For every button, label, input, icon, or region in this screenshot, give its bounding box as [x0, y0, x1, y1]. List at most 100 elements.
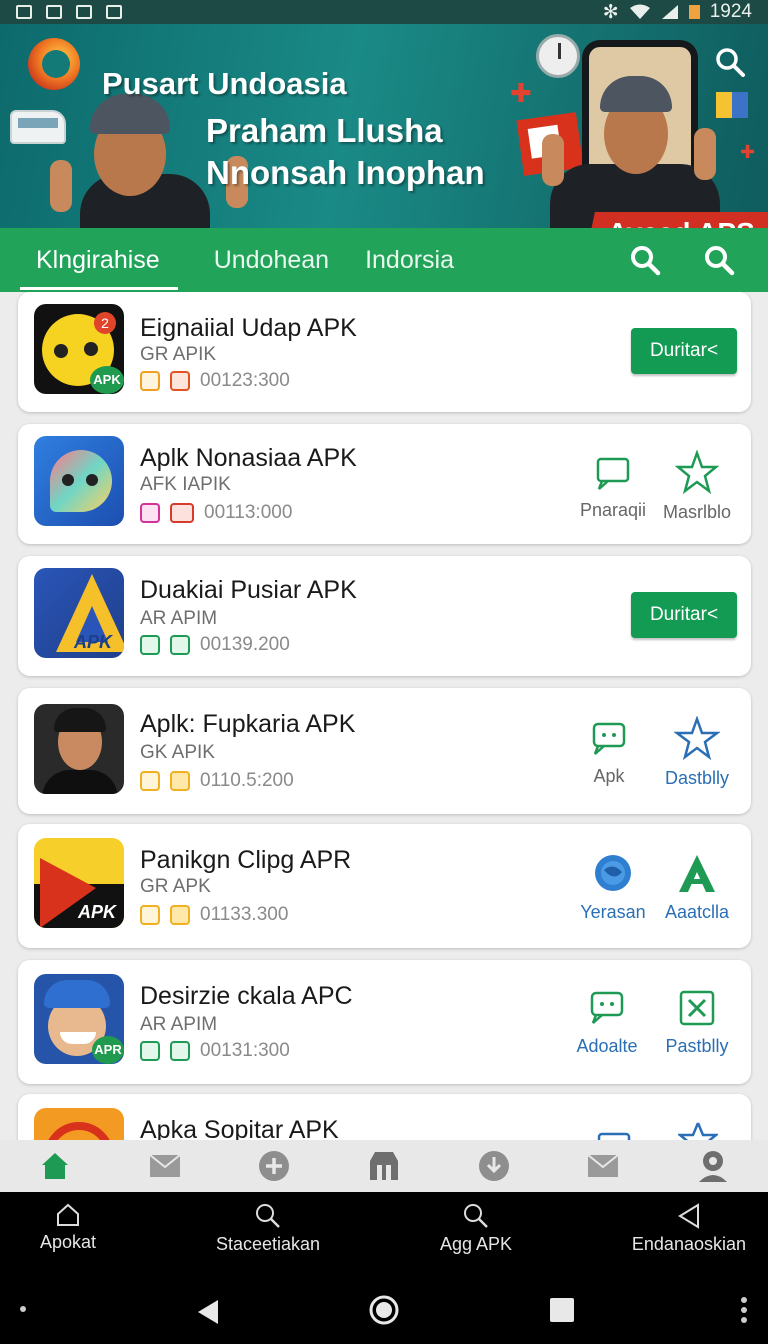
add-icon [259, 1151, 290, 1181]
plus-decoration-icon: ✚ [510, 78, 532, 108]
home-icon [41, 1153, 68, 1179]
app-logo [28, 38, 80, 90]
nav-home[interactable] [35, 1146, 75, 1186]
wifi-icon [629, 4, 650, 19]
app-meta: 00123:300 [140, 370, 290, 392]
banner-headline: Praham Llusha [206, 112, 443, 149]
dot-icon [20, 1306, 26, 1312]
app-subtitle: GR APK [140, 876, 211, 897]
mail-icon [148, 1154, 181, 1177]
search-icon [463, 1204, 488, 1228]
letter-a-icon [679, 855, 715, 892]
footer-back[interactable]: Endanaoskian [632, 1192, 746, 1278]
nav-store[interactable] [364, 1146, 404, 1186]
action-adoalte[interactable]: Adoalte [562, 988, 652, 1057]
app-subtitle: AR APIM [140, 608, 218, 629]
category-icon [170, 503, 194, 523]
list-item[interactable]: Aplk: Fupkaria APK GK APIK 0110.5:200 Ap… [18, 688, 751, 814]
footer-apk-search[interactable]: Agg APK [440, 1192, 512, 1278]
message-icon[interactable] [596, 1128, 632, 1140]
download-button[interactable]: Duritar< [631, 328, 737, 374]
person-illustration-right [530, 64, 730, 230]
tab-klngirahise[interactable]: Klngirahise [0, 228, 178, 292]
promo-banner[interactable]: Pusart Undoasia Praham Llusha Nnonsah In… [0, 24, 768, 230]
star-icon[interactable] [678, 1120, 718, 1140]
bluetooth-icon: ✻ [602, 1, 619, 23]
image-icon [106, 5, 122, 19]
category-icon [170, 905, 190, 925]
chat-icon [592, 722, 626, 755]
battery-icon [688, 5, 700, 19]
system-nav-bar [0, 1278, 768, 1344]
search-icon[interactable] [628, 243, 662, 277]
more-vert-icon[interactable] [738, 1296, 750, 1324]
search-icon[interactable] [712, 44, 748, 80]
list-item[interactable]: 2 APK Eignaiial Udap APK GR APIK 00123:3… [18, 292, 751, 412]
search-icon[interactable] [702, 243, 736, 277]
nav-inbox[interactable] [583, 1146, 623, 1186]
tab-indorsia[interactable]: Indorsia [329, 228, 454, 292]
back-triangle-icon[interactable] [196, 1298, 222, 1326]
action-pnaraqii[interactable]: Pnaraqii [568, 454, 658, 521]
nav-settings[interactable] [693, 1146, 733, 1186]
app-name: Aplk Nonasiaa APK [140, 444, 357, 472]
rating-icon [140, 635, 160, 655]
app-meta: 00131:300 [140, 1040, 290, 1062]
list-item[interactable]: APK Panikgn Clipg APR GR APK 01133.300 Y… [18, 824, 751, 948]
globe-icon [595, 855, 631, 891]
download-button[interactable]: Duritar< [631, 592, 737, 638]
action-aaatclla[interactable]: Aaatclla [652, 852, 742, 923]
download-icon [478, 1151, 509, 1181]
list-item[interactable]: APR Desirzie ckala APC AR APIM 00131:300… [18, 960, 751, 1084]
tab-bar: Klngirahise Undohean Indorsia [0, 228, 768, 292]
list-item[interactable]: Aplk Nonasiaa APK AFK IAPIK 00113:000 Pn… [18, 424, 751, 544]
rating-icon [140, 1041, 160, 1061]
signal-icon [661, 5, 678, 19]
nav-mail[interactable] [145, 1146, 185, 1186]
category-icon [170, 635, 190, 655]
app-subtitle: AR APIM [140, 1014, 218, 1035]
category-icon [170, 1041, 190, 1061]
home-icon [57, 1203, 80, 1226]
app-icon: APR [34, 974, 124, 1064]
star-icon [674, 716, 720, 760]
app-meta: 01133.300 [140, 904, 288, 926]
app-name: Eignaiial Udap APK [140, 314, 357, 342]
home-circle-icon[interactable] [368, 1294, 400, 1326]
app-subtitle: GR APIK [140, 344, 217, 365]
app-list[interactable]: 2 APK Eignaiial Udap APK GR APIK 00123:3… [0, 292, 768, 1140]
category-icon [170, 771, 190, 791]
nav-add[interactable] [254, 1146, 294, 1186]
app-icon [34, 704, 124, 794]
action-masrlblo[interactable]: Masrlblo [652, 450, 742, 523]
action-yerasan[interactable]: Yerasan [568, 852, 658, 923]
app-subtitle: GK APIK [140, 742, 215, 763]
status-bar: ✻ 1924 [0, 0, 768, 24]
rating-icon [140, 905, 160, 925]
app-icon: APK [34, 838, 124, 928]
gallery-icon [16, 5, 32, 19]
settings-person-icon [699, 1151, 728, 1182]
action-apk[interactable]: Apk [564, 720, 654, 787]
nav-download[interactable] [474, 1146, 514, 1186]
banner-subheadline: Nnonsah Inophan [206, 154, 485, 191]
footer-nav: Apokat Staceetiakan Agg APK Endanaoskian [0, 1192, 768, 1278]
app-icon [34, 1108, 124, 1140]
action-pastblly[interactable]: Pastblly [652, 988, 742, 1057]
message-icon [596, 457, 630, 490]
sticker-icon [716, 92, 748, 118]
tab-undohean[interactable]: Undohean [178, 228, 329, 292]
download-icon [76, 5, 92, 19]
plus-decoration-icon: ✚ [740, 142, 756, 162]
list-item[interactable]: APK Duakiai Pusiar APK AR APIM 00139.200… [18, 556, 751, 676]
list-item[interactable]: Apka Sopitar APK [18, 1094, 751, 1140]
app-name: Aplk: Fupkaria APK [140, 710, 356, 738]
action-dastblly[interactable]: Dastblly [652, 716, 742, 789]
footer-home[interactable]: Apokat [40, 1192, 96, 1278]
close-box-icon [679, 990, 715, 1026]
app-name: Apka Sopitar APK [140, 1116, 339, 1140]
footer-search[interactable]: Staceetiakan [216, 1192, 320, 1278]
app-name: Duakiai Pusiar APK [140, 576, 357, 604]
chat-icon [590, 991, 624, 1024]
recents-square-icon[interactable] [550, 1298, 574, 1322]
